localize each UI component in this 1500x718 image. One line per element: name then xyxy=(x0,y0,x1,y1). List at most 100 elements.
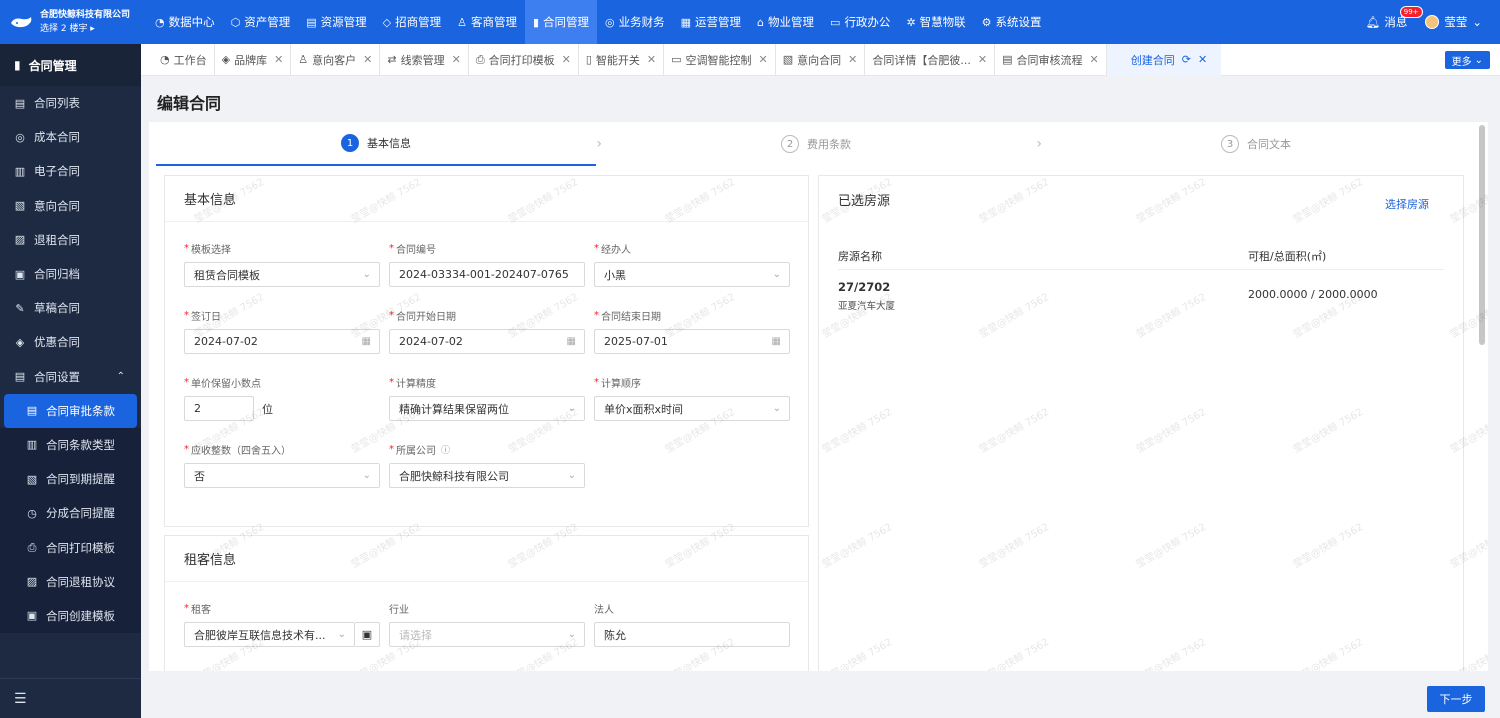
chevron-down-icon: ⌄ xyxy=(337,629,346,640)
tenant-info-title: 租客信息 xyxy=(165,536,808,582)
industry-select[interactable]: 请选择 ⌄ xyxy=(389,622,585,647)
tab-8[interactable]: 合同详情【合肥彼... ✕ xyxy=(865,43,996,76)
user-menu[interactable]: 莹莹 ⌄ xyxy=(1425,14,1482,30)
tab-6[interactable]: ▭ 空调智能控制 ✕ xyxy=(664,43,776,76)
end-date-picker[interactable]: 2025-07-01 ▦ xyxy=(594,329,790,354)
sign-date-value: 2024-07-02 xyxy=(194,335,258,348)
sidebar-subitem-4[interactable]: ⎙ 合同打印模板 xyxy=(0,530,141,565)
sidebar-item-label: 草稿合同 xyxy=(34,301,80,316)
tab-0[interactable]: ◔ 工作台 xyxy=(153,43,215,76)
tab-2[interactable]: ♙ 意向客户 ✕ xyxy=(291,43,381,76)
top-navigation-bar: 合肥快鲸科技有限公司 选择 2 楼宇 ▸ ◔ 数据中心 ⬡ 资产管理 ▤ 资源管理 ◇ 招商管… xyxy=(0,0,1500,44)
brand[interactable]: 合肥快鲸科技有限公司 选择 2 楼宇 ▸ xyxy=(0,0,141,44)
sidebar-item-5[interactable]: ▣ 合同归档 xyxy=(0,257,141,291)
menu-item-icon: ▣ xyxy=(26,609,38,623)
building-selector[interactable]: 选择 2 楼宇 ▸ xyxy=(40,22,130,36)
tenant-detail-button[interactable]: ▣ xyxy=(355,622,380,647)
nav-item-11[interactable]: ⚙ 系统设置 xyxy=(974,0,1050,44)
tab-3[interactable]: ⇄ 线索管理 ✕ xyxy=(380,43,469,76)
close-icon[interactable]: ✕ xyxy=(1198,53,1207,66)
sidebar-subitem-1[interactable]: ▥ 合同条款类型 xyxy=(0,427,141,463)
step-1[interactable]: 1 基本信息 › xyxy=(156,122,602,166)
tab-10[interactable]: 创建合同 ⟳ ✕ xyxy=(1106,43,1222,76)
select-room-link[interactable]: 选择房源 xyxy=(1385,196,1429,212)
sidebar-item-label: 合同条款类型 xyxy=(46,437,115,452)
nav-item-9[interactable]: ▭ 行政办公 xyxy=(822,0,898,44)
sign-date-picker[interactable]: 2024-07-02 ▦ xyxy=(184,329,380,354)
close-icon[interactable]: ✕ xyxy=(647,53,656,66)
nav-item-7[interactable]: ▦ 运营管理 xyxy=(673,0,749,44)
tab-9[interactable]: ▤ 合同审核流程 ✕ xyxy=(995,43,1107,76)
legal-input[interactable]: 陈允 xyxy=(594,622,790,647)
contract-no-input[interactable]: 2024-03334-001-202407-0765 xyxy=(389,262,585,287)
decimals-input[interactable]: 2 xyxy=(184,396,254,421)
nav-label: 资产管理 xyxy=(244,15,291,29)
close-icon[interactable]: ✕ xyxy=(759,53,768,66)
sidebar-subitem-2[interactable]: ▧ 合同到期提醒 xyxy=(0,462,141,497)
nav-label: 数据中心 xyxy=(168,15,215,29)
sidebar-subitem-5[interactable]: ▨ 合同退租协议 xyxy=(0,564,141,599)
precision-select[interactable]: 精确计算结果保留两位 ⌄ xyxy=(389,396,585,421)
scrollbar[interactable] xyxy=(1479,125,1485,345)
rounding-label: 应收整数（四舍五入） xyxy=(191,445,291,457)
company-value: 合肥快鲸科技有限公司 xyxy=(399,469,509,483)
close-icon[interactable]: ✕ xyxy=(1090,53,1099,66)
close-icon[interactable]: ✕ xyxy=(274,53,283,66)
close-icon[interactable]: ✕ xyxy=(452,53,461,66)
tab-label: 线索管理 xyxy=(400,53,445,67)
nav-item-10[interactable]: ✲ 智慧物联 xyxy=(898,0,973,44)
refresh-icon[interactable]: ⟳ xyxy=(1182,53,1191,66)
nav-item-6[interactable]: ◎ 业务财务 xyxy=(597,0,673,44)
sidebar-item-3[interactable]: ▧ 意向合同 xyxy=(0,189,141,223)
question-circle-icon[interactable]: ⓘ xyxy=(441,443,450,456)
sidebar-item-label: 退租合同 xyxy=(34,232,80,247)
nav-item-0[interactable]: ◔ 数据中心 xyxy=(147,0,223,44)
collapse-sidebar-button[interactable]: ☰ xyxy=(0,678,141,718)
nav-item-5[interactable]: ▮ 合同管理 xyxy=(524,0,598,44)
rounding-select[interactable]: 否 ⌄ xyxy=(184,463,380,488)
sidebar-item-0[interactable]: ▤ 合同列表 xyxy=(0,86,141,120)
company-select[interactable]: 合肥快鲸科技有限公司 ⌄ xyxy=(389,463,585,488)
nav-item-3[interactable]: ◇ 招商管理 xyxy=(375,0,449,44)
sidebar-item-2[interactable]: ▥ 电子合同 xyxy=(0,154,141,188)
sidebar-subitem-6[interactable]: ▣ 合同创建模板 xyxy=(0,598,141,633)
start-date-picker[interactable]: 2024-07-02 ▦ xyxy=(389,329,585,354)
nav-label: 业务财务 xyxy=(618,15,665,29)
chevron-down-icon: ⌄ xyxy=(772,269,781,280)
table-row[interactable]: 27/2702 亚夏汽车大厦 2000.0000 / 2000.0000 xyxy=(838,280,1444,316)
whale-logo-icon xyxy=(11,17,32,28)
close-icon[interactable]: ✕ xyxy=(562,53,571,66)
handler-select[interactable]: 小黑 ⌄ xyxy=(594,262,790,287)
sidebar-item-label: 合同打印模板 xyxy=(46,540,115,555)
tab-1[interactable]: ◈ 品牌库 ✕ xyxy=(215,43,292,76)
step-2[interactable]: 2 费用条款 › xyxy=(596,122,1042,166)
nav-item-4[interactable]: ♙ 客商管理 xyxy=(449,0,525,44)
sidebar-item-6[interactable]: ✎ 草稿合同 xyxy=(0,291,141,325)
sidebar-item-4[interactable]: ▨ 退租合同 xyxy=(0,223,141,257)
sidebar-subitem-0[interactable]: ▤ 合同审批条款 xyxy=(4,393,137,428)
tenant-select[interactable]: 合肥彼岸互联信息技术有... ⌄ xyxy=(184,622,355,647)
sidebar-item-7[interactable]: ◈ 优惠合同 xyxy=(0,325,141,359)
sidebar-item-label: 合同到期提醒 xyxy=(46,472,115,487)
sidebar-subitem-3[interactable]: ◷ 分成合同提醒 xyxy=(0,496,141,531)
close-icon[interactable]: ✕ xyxy=(363,53,372,66)
close-icon[interactable]: ✕ xyxy=(848,53,857,66)
step-3[interactable]: 3 合同文本 xyxy=(1036,122,1476,166)
menu-item-icon: ▥ xyxy=(26,438,38,452)
user-name: 莹莹 xyxy=(1444,15,1468,29)
tab-5[interactable]: ▯ 智能开关 ✕ xyxy=(579,43,665,76)
order-select[interactable]: 单价x面积x时间 ⌄ xyxy=(594,396,790,421)
nav-item-1[interactable]: ⬡ 资产管理 xyxy=(223,0,299,44)
messages-button[interactable]: 🔔︎ 消息 99+ xyxy=(1366,6,1423,30)
order-label: 计算顺序 xyxy=(601,378,641,390)
tab-7[interactable]: ▧ 意向合同 ✕ xyxy=(776,43,866,76)
nav-item-2[interactable]: ▤ 资源管理 xyxy=(298,0,374,44)
close-icon[interactable]: ✕ xyxy=(978,53,987,66)
next-step-button[interactable]: 下一步 xyxy=(1427,686,1485,712)
nav-item-8[interactable]: ⌂ 物业管理 xyxy=(749,0,822,44)
tab-4[interactable]: ⎙ 合同打印模板 ✕ xyxy=(469,43,579,76)
more-tabs-button[interactable]: 更多 ⌄ xyxy=(1444,51,1490,69)
sidebar-item-1[interactable]: ◎ 成本合同 xyxy=(0,120,141,154)
template-select[interactable]: 租赁合同模板 ⌄ xyxy=(184,262,380,287)
sidebar-item-8[interactable]: ▤ 合同设置 ⌃ xyxy=(0,360,141,394)
